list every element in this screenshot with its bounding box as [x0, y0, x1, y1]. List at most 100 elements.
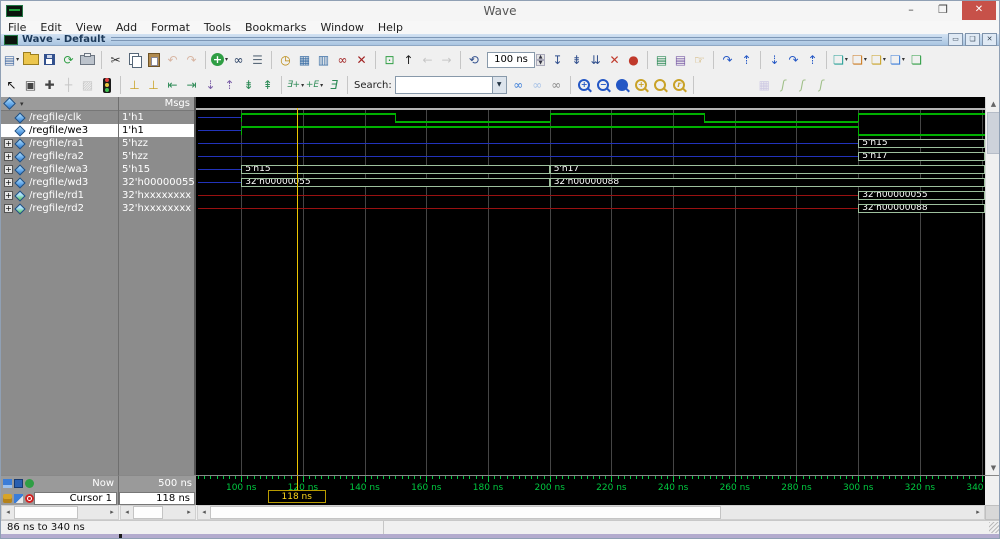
memory-profile-button[interactable]: ▤ [671, 50, 690, 70]
monitor-icon[interactable] [14, 479, 23, 488]
pane-undock-button[interactable]: ❏ [965, 33, 980, 46]
signal-row[interactable]: + /regfile/rd2 [1, 202, 118, 215]
timeline-cursor[interactable] [296, 476, 298, 491]
pan-hand-button[interactable]: ☞ [690, 50, 709, 70]
cursor-value-row[interactable]: 118 ns [119, 491, 196, 506]
select-mode-button[interactable]: ↖ [2, 75, 21, 95]
vertical-scroll-thumb[interactable] [987, 112, 999, 154]
any-edge-glyph-button[interactable]: ʃ [812, 75, 831, 95]
print-button[interactable] [78, 50, 97, 70]
pane-options-button[interactable]: ▭ [948, 33, 963, 46]
pane-drag-stripes[interactable] [111, 37, 942, 42]
menu-window[interactable]: Window [313, 21, 370, 34]
pane-header[interactable]: Wave - Default ▭ ❏ ✕ [1, 33, 999, 46]
scroll-up-arrow-icon[interactable]: ▲ [987, 97, 999, 111]
new-file-button[interactable]: ▤ ▾ [2, 50, 21, 70]
signal-row[interactable]: /regfile/clk [1, 111, 118, 124]
zoom-range-button[interactable]: r [670, 75, 689, 95]
layout-button-1[interactable]: ❏ ▾ [831, 50, 850, 70]
expand-plus-icon[interactable]: + [4, 152, 13, 161]
run-all-button[interactable]: ⇊ [586, 50, 605, 70]
menu-view[interactable]: View [69, 21, 109, 34]
show-cursor-bar-button[interactable] [698, 75, 717, 95]
pane-close-button[interactable]: ✕ [982, 33, 997, 46]
next-rising-edge-button[interactable]: ⇡ [220, 75, 239, 95]
stop-button[interactable]: ● [624, 50, 643, 70]
dropdown-arrow-icon[interactable]: ▾ [902, 56, 905, 63]
add-cursor-button[interactable]: ⊥ [125, 75, 144, 95]
clear-log-button[interactable]: ✕ [352, 50, 371, 70]
zoom-mode-button[interactable]: ▣ [21, 75, 40, 95]
step-over-button[interactable]: ↷ [718, 50, 737, 70]
menu-bookmarks[interactable]: Bookmarks [238, 21, 313, 34]
lock-icon[interactable] [3, 494, 12, 503]
stop-drawing-button[interactable] [97, 75, 116, 95]
select-signal-range-button[interactable] [736, 75, 755, 95]
step-over-current-button[interactable]: ↷ [784, 50, 803, 70]
minimize-button[interactable]: – [897, 1, 925, 20]
step-out-button[interactable]: ⇡ [737, 50, 756, 70]
signal-row[interactable]: + /regfile/wa3 [1, 163, 118, 176]
menu-format[interactable]: Format [144, 21, 197, 34]
values-scrollbar[interactable]: ◂ ▸ [120, 505, 196, 520]
values-scroll-thumb[interactable] [133, 506, 163, 519]
search-options-button[interactable]: ∞ [547, 75, 566, 95]
previous-rising-edge-button[interactable]: ⇞ [258, 75, 277, 95]
find-button[interactable]: ∞ [229, 50, 248, 70]
layout-button-3[interactable]: ❏ ▾ [869, 50, 888, 70]
save-button[interactable] [40, 50, 59, 70]
zoom-out-button[interactable]: − [594, 75, 613, 95]
search-input[interactable] [394, 76, 493, 94]
layout-button-2[interactable]: ❏ ▾ [850, 50, 869, 70]
expand-plus-icon[interactable]: + [4, 139, 13, 148]
chevron-down-icon[interactable]: ▾ [20, 100, 24, 108]
dropdown-arrow-icon[interactable]: ▾ [320, 82, 323, 89]
menu-edit[interactable]: Edit [33, 21, 68, 34]
run-length-input[interactable] [487, 51, 535, 68]
add-circle-icon[interactable] [25, 479, 34, 488]
names-scrollbar[interactable]: ◂ ▸ [1, 505, 119, 520]
search-dropdown-icon[interactable]: ▼ [492, 76, 507, 94]
signal-row[interactable]: + /regfile/ra2 [1, 150, 118, 163]
menu-file[interactable]: File [1, 21, 33, 34]
delete-cursor-button[interactable]: ⊥ [144, 75, 163, 95]
reload-button[interactable]: ⟳ [59, 50, 78, 70]
expand-plus-icon[interactable]: + [4, 178, 13, 187]
profile-button[interactable]: ∞ [333, 50, 352, 70]
elapsed-time-button[interactable]: ◷ [276, 50, 295, 70]
edit-icon[interactable] [14, 494, 23, 503]
wave-scroll-thumb[interactable] [210, 506, 721, 519]
scroll-right-arrow-icon[interactable]: ▸ [972, 506, 984, 519]
maximize-button[interactable]: ❐ [929, 1, 957, 20]
signal-row[interactable]: + /regfile/ra1 [1, 137, 118, 150]
cursor-time-badge[interactable]: 118 ns [267, 490, 326, 503]
run-length-spinner[interactable]: ▲ ▼ [536, 53, 545, 66]
previous-falling-edge-button[interactable]: ⇟ [239, 75, 258, 95]
memory-list-button[interactable]: ▥ [314, 50, 333, 70]
search-down-button[interactable]: ∞ [509, 75, 528, 95]
dropdown-arrow-icon[interactable]: ▾ [225, 56, 228, 63]
pan-mode-button[interactable]: ✚ [40, 75, 59, 95]
next-falling-edge-button[interactable]: ⇣ [201, 75, 220, 95]
remove-icon[interactable] [25, 494, 34, 503]
falling-edge-glyph-button[interactable]: ʃ [793, 75, 812, 95]
expanded-time-deltas-button[interactable]: Ǝ+ ▾ [286, 75, 305, 95]
open-folder-button[interactable] [21, 50, 40, 70]
scroll-down-arrow-icon[interactable]: ▼ [987, 461, 999, 475]
break-button[interactable]: ✕ [605, 50, 624, 70]
names-scroll-track[interactable] [14, 506, 106, 519]
expand-plus-icon[interactable]: + [4, 165, 13, 174]
dropdown-arrow-icon[interactable]: ▾ [16, 56, 19, 63]
signal-row[interactable]: + /regfile/wd3 [1, 176, 118, 189]
performance-profile-button[interactable]: ▤ [652, 50, 671, 70]
step-into-current-button[interactable]: ⇣ [765, 50, 784, 70]
expanded-time-events-button[interactable]: +E ▾ [305, 75, 324, 95]
dropdown-arrow-icon[interactable]: ▾ [845, 56, 848, 63]
close-button[interactable]: ✕ [962, 1, 996, 20]
wave-scrollbar[interactable]: ◂ ▸ [197, 505, 985, 520]
next-transition-button[interactable]: ⇥ [182, 75, 201, 95]
timeline-ruler[interactable]: 100 ns 120 ns 140 ns 160 ns 180 ns 200 ns 220 … [196, 475, 985, 505]
zoom-in-on-active-cursor-button[interactable]: + [632, 75, 651, 95]
dropdown-arrow-icon[interactable]: ▾ [301, 82, 304, 89]
run-button[interactable]: ↧ [548, 50, 567, 70]
